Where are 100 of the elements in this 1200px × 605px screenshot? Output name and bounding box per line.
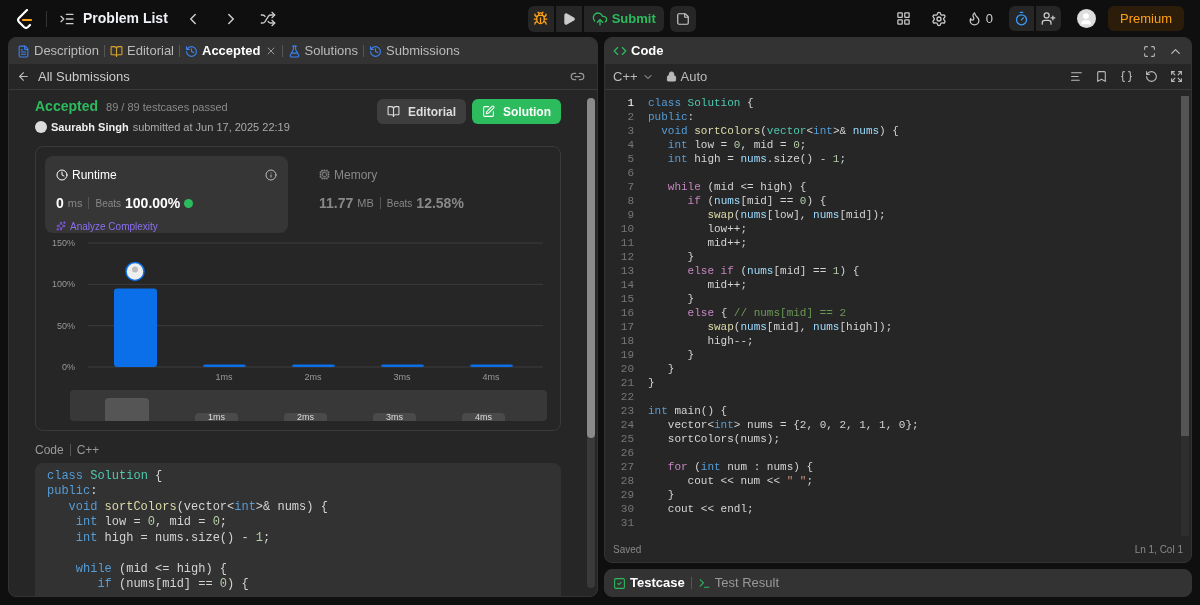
flask-icon xyxy=(287,44,301,58)
editorial-button[interactable]: Editorial xyxy=(377,99,466,124)
panel-tab[interactable]: Editorial xyxy=(110,41,174,61)
line-number: 10 xyxy=(619,222,634,237)
stat-value: 11.77 xyxy=(319,193,354,213)
all-submissions-link[interactable]: All Submissions xyxy=(38,66,130,87)
runtime-card[interactable]: Runtime 0 ms Beats 100.00% Analyze Complexity xyxy=(45,155,288,233)
chip-icon xyxy=(319,169,330,180)
language-dropdown[interactable]: C++ xyxy=(613,66,654,87)
timer-button[interactable] xyxy=(1009,6,1034,31)
fullscreen-icon[interactable] xyxy=(1143,44,1156,58)
navigator-label: 3ms xyxy=(373,412,416,421)
code-line: int low = 0, mid = 0; xyxy=(666,138,807,153)
expand-icon[interactable] xyxy=(1170,70,1183,83)
premium-button[interactable]: Premium xyxy=(1108,6,1184,31)
stat-unit: ms xyxy=(67,195,83,211)
cursor-position: Ln 1, Col 1 xyxy=(1134,542,1183,557)
shuffle-icon[interactable] xyxy=(259,10,276,27)
run-button[interactable] xyxy=(555,5,582,32)
code-line: swap(nums[low], nums[mid]); xyxy=(706,208,886,223)
code-line: } xyxy=(666,488,675,503)
panel-tab[interactable]: Test Result xyxy=(697,573,779,593)
line-number: 21 xyxy=(619,376,634,391)
clock-icon xyxy=(56,168,68,181)
avatar[interactable] xyxy=(1077,9,1096,28)
code-line: else if (nums[mid] == 1) { xyxy=(686,264,860,279)
edit-icon xyxy=(482,105,495,118)
memory-card[interactable]: Memory 11.77 MB Beats 12.58% xyxy=(308,155,551,233)
bug-icon xyxy=(533,11,549,26)
language-label: C++ xyxy=(76,441,100,459)
line-number: 14 xyxy=(619,278,634,293)
add-user-icon xyxy=(1041,11,1056,26)
line-number: 17 xyxy=(619,320,634,335)
user-marker-icon xyxy=(125,261,145,281)
line-number: 26 xyxy=(619,446,634,461)
stat-unit: MB xyxy=(357,195,374,211)
play-icon xyxy=(561,11,576,26)
code-label: Code xyxy=(35,441,64,459)
problem-list-link[interactable]: Problem List xyxy=(83,8,168,29)
code-line: sortColors(nums); xyxy=(666,432,781,447)
note-button[interactable] xyxy=(669,5,696,32)
code-line: int low = 0, mid = 0; xyxy=(74,515,229,531)
back-arrow-icon[interactable] xyxy=(17,70,30,83)
panel-tab[interactable]: Solutions xyxy=(287,41,358,61)
settings-icon[interactable] xyxy=(930,10,947,27)
panel-tab[interactable]: Accepted xyxy=(185,41,261,61)
code-line: } xyxy=(666,362,675,377)
history-icon xyxy=(369,44,382,58)
cloud-upload-icon xyxy=(591,10,608,27)
code-line: while (mid <= high) { xyxy=(74,561,229,577)
line-number: 7 xyxy=(626,180,634,195)
layout-icon[interactable] xyxy=(895,11,911,26)
beats-value: 100.00% xyxy=(125,193,181,213)
x-tick-label: 2ms xyxy=(304,371,322,382)
line-number: 12 xyxy=(619,250,634,265)
code-line: public: xyxy=(648,110,695,125)
code-line: } xyxy=(686,250,695,265)
panel-tab[interactable]: Testcase xyxy=(613,573,685,593)
editor-scrollbar[interactable] xyxy=(1181,96,1189,536)
line-number: 1 xyxy=(626,96,634,110)
panel-tab[interactable]: Description xyxy=(17,41,100,61)
mode-label[interactable]: Auto xyxy=(680,66,708,87)
code-line: public: xyxy=(47,484,99,500)
chart-navigator[interactable]: 1ms 2ms 3ms 4ms xyxy=(70,389,547,421)
code-icon xyxy=(613,44,627,58)
submit-button[interactable]: Submit xyxy=(583,5,664,32)
submitted-time: submitted at Jun 17, 2025 22:19 xyxy=(132,120,290,135)
y-tick-label: 100% xyxy=(51,278,75,289)
line-number: 15 xyxy=(619,292,634,307)
line-number: 5 xyxy=(626,152,634,167)
code-line: swap(nums[mid], nums[high]); xyxy=(706,320,893,335)
navigator-label: 4ms xyxy=(462,412,505,421)
line-number: 23 xyxy=(619,404,634,419)
user-name[interactable]: Saurabh Singh xyxy=(51,119,129,136)
navigator-label: 2ms xyxy=(284,412,327,421)
code-line: cout << num << " "; xyxy=(686,474,814,489)
code-line: for (int num : nums) { xyxy=(666,460,814,475)
lock-icon xyxy=(665,71,677,82)
format-icon[interactable] xyxy=(1070,70,1083,83)
info-icon[interactable] xyxy=(265,168,277,181)
line-number: 3 xyxy=(626,124,634,139)
panel-tab[interactable]: Submissions xyxy=(369,41,460,61)
code-line: } xyxy=(686,348,695,363)
code-line: void sortColors(vector<int>& nums) { xyxy=(660,124,899,139)
add-user-button[interactable] xyxy=(1036,6,1061,31)
code-line: while (mid <= high) { xyxy=(666,180,807,195)
line-number: 27 xyxy=(619,460,634,475)
scrollbar[interactable] xyxy=(587,98,595,588)
bookmark-icon[interactable] xyxy=(1095,70,1108,83)
code-line: if (nums[mid] == 0) { xyxy=(686,194,827,209)
line-number: 9 xyxy=(626,208,634,223)
braces-icon[interactable] xyxy=(1120,70,1133,83)
streak-icon[interactable] xyxy=(966,11,982,26)
line-number: 4 xyxy=(626,138,634,153)
timer-icon xyxy=(1014,11,1029,26)
logo-icon[interactable] xyxy=(16,8,34,29)
reset-icon[interactable] xyxy=(1145,70,1158,83)
code-line: void sortColors(vector<int>& nums) { xyxy=(67,499,329,515)
debug-button[interactable] xyxy=(527,5,554,32)
line-number: 20 xyxy=(619,362,634,377)
